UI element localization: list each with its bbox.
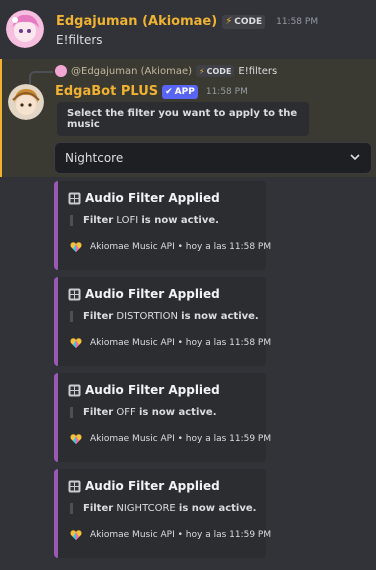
embed-footer: Akiomae Music API • hoy a las 11:59 PM (70, 433, 271, 445)
embed-title: Audio Filter Applied (68, 191, 220, 205)
chevron-down-icon (349, 151, 361, 166)
control-knobs-icon (68, 192, 81, 204)
prompt-text: Select the filter you want to apply to t… (67, 108, 298, 130)
control-knobs-icon (68, 480, 81, 492)
filter-embed: Audio Filter Applied Filter LOFI is now a… (54, 181, 271, 270)
code-badge[interactable]: ⚡ CODE (222, 14, 266, 29)
user-avatar[interactable] (6, 10, 44, 48)
filter-prefix: Filter (83, 311, 114, 322)
anime-avatar-icon (6, 10, 44, 48)
filter-prefix: Filter (83, 407, 114, 418)
filter-suffix: is now active. (138, 407, 217, 418)
app-badge: ✔ APP (162, 84, 198, 99)
filter-name: DISTORTION (116, 311, 178, 322)
author-name[interactable]: Edgajuman (Akiomae) (56, 14, 217, 29)
filter-embed: Audio Filter Applied Filter NIGHTCORE is … (54, 469, 271, 558)
timestamp: 11:58 PM (205, 86, 248, 97)
filter-name: LOFI (116, 215, 139, 226)
filter-embed: Audio Filter Applied Filter OFF is now ac… (54, 373, 271, 462)
lightning-icon: ⚡ (199, 66, 205, 76)
embed-footer: Akiomae Music API • hoy a las 11:58 PM (70, 241, 271, 253)
filter-suffix: is now active. (141, 215, 219, 226)
embed-title-text: Audio Filter Applied (85, 383, 220, 397)
embed-footer: Akiomae Music API • hoy a las 11:58 PM (70, 337, 271, 349)
control-knobs-icon (68, 384, 81, 396)
embed-title: Audio Filter Applied (68, 287, 220, 301)
embed-description: Filter DISTORTION is now active. (70, 311, 259, 322)
footer-text: Akiomae Music API • hoy a las 11:58 PM (90, 338, 272, 348)
filter-prompt: Select the filter you want to apply to t… (57, 102, 309, 136)
filter-suffix: is now active. (181, 311, 259, 322)
filter-suffix: is now active. (178, 503, 257, 514)
message-text: E!filters (56, 33, 103, 47)
lightning-icon: ⚡ (225, 16, 233, 27)
filter-prefix: Filter (83, 215, 114, 226)
heart-icon (70, 242, 82, 252)
heart-icon (70, 434, 82, 444)
embed-title-text: Audio Filter Applied (85, 479, 220, 493)
mention-highlight-bar (0, 59, 2, 177)
footer-text: Akiomae Music API • hoy a las 11:58 PM (90, 242, 272, 252)
heart-icon (70, 530, 82, 540)
badge-label: APP (174, 86, 195, 97)
reply-author[interactable]: @Edgajuman (Akiomae) (71, 66, 192, 77)
embed-description: Filter LOFI is now active. (70, 215, 219, 226)
reply-preview[interactable]: @Edgajuman (Akiomae) ⚡ CODE E!filters (55, 65, 277, 77)
bot-name[interactable]: EdgaBot PLUS (55, 84, 158, 99)
reply-connector (29, 71, 53, 85)
control-knobs-icon (68, 288, 81, 300)
filter-embed: Audio Filter Applied Filter DISTORTION is… (54, 277, 271, 366)
filter-name: NIGHTCORE (116, 503, 176, 514)
reply-code-badge: ⚡ CODE (196, 65, 235, 77)
footer-text: Akiomae Music API • hoy a las 11:59 PM (90, 434, 272, 444)
heart-icon (70, 338, 82, 348)
embed-description: Filter OFF is now active. (70, 407, 217, 418)
embed-title: Audio Filter Applied (68, 479, 220, 493)
bot-avatar[interactable] (8, 84, 44, 120)
badge-label: CODE (234, 16, 263, 27)
embed-title: Audio Filter Applied (68, 383, 220, 397)
embed-title-text: Audio Filter Applied (85, 191, 220, 205)
embed-description: Filter NIGHTCORE is now active. (70, 503, 256, 514)
filter-prefix: Filter (83, 503, 114, 514)
checkmark-icon: ✔ (165, 86, 173, 97)
select-value: Nightcore (65, 151, 124, 165)
badge-label: CODE (206, 66, 232, 76)
bot-avatar-icon (8, 84, 44, 120)
embed-footer: Akiomae Music API • hoy a las 11:59 PM (70, 529, 271, 541)
filter-select[interactable]: Nightcore (54, 142, 372, 174)
timestamp: 11:58 PM (276, 16, 319, 27)
reply-text: E!filters (238, 65, 278, 77)
embed-title-text: Audio Filter Applied (85, 287, 220, 301)
filter-name: OFF (116, 407, 136, 418)
footer-text: Akiomae Music API • hoy a las 11:59 PM (90, 530, 272, 540)
reply-avatar (55, 65, 67, 77)
